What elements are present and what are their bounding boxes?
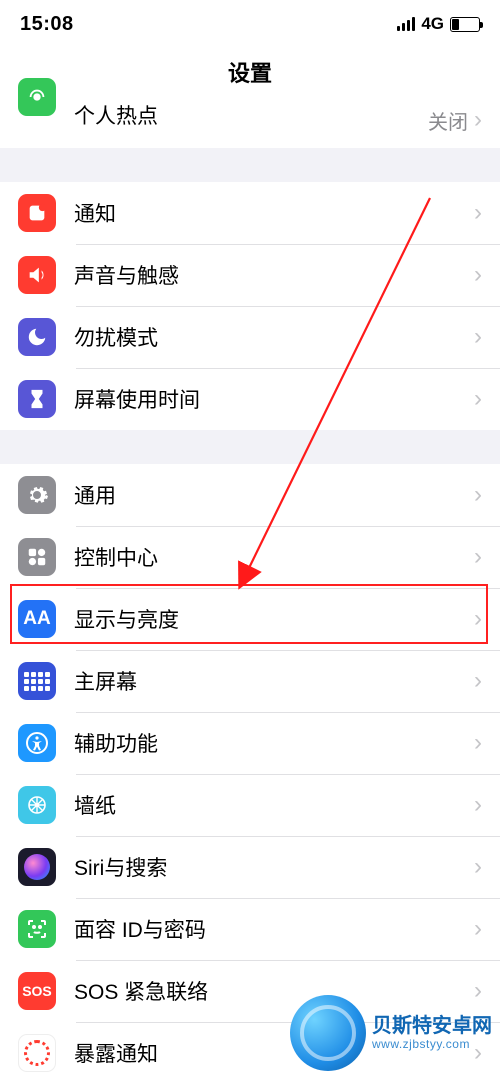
- row-siri[interactable]: Siri与搜索 ›: [0, 836, 500, 898]
- screentime-icon: [18, 380, 56, 418]
- chevron-right-icon: ›: [474, 323, 482, 351]
- accessibility-icon: [18, 724, 56, 762]
- status-right: 4G: [397, 14, 480, 34]
- row-accessibility[interactable]: 辅助功能 ›: [0, 712, 500, 774]
- chevron-right-icon: ›: [474, 385, 482, 413]
- chevron-right-icon: ›: [474, 605, 482, 633]
- row-general[interactable]: 通用 ›: [0, 464, 500, 526]
- settings-group-0: 个人热点 关闭 ›: [0, 106, 500, 148]
- watermark-title: 贝斯特安卓网: [372, 1015, 492, 1038]
- row-label: 勿扰模式: [74, 322, 474, 352]
- settings-group-1: 通知 › 声音与触感 › 勿扰模式 › 屏幕使用时间 ›: [0, 182, 500, 430]
- row-sounds[interactable]: 声音与触感 ›: [0, 244, 500, 306]
- chevron-right-icon: ›: [474, 915, 482, 943]
- chevron-right-icon: ›: [474, 729, 482, 757]
- row-label: 个人热点: [74, 100, 428, 130]
- notifications-icon: [18, 194, 56, 232]
- hotspot-icon: [18, 78, 56, 116]
- chevron-right-icon: ›: [474, 853, 482, 881]
- homescreen-icon: [18, 662, 56, 700]
- row-hotspot[interactable]: 个人热点 关闭 ›: [0, 106, 500, 148]
- row-label: 面容 ID与密码: [74, 914, 474, 944]
- chevron-right-icon: ›: [474, 667, 482, 695]
- row-label: Siri与搜索: [74, 852, 474, 882]
- wallpaper-icon: [18, 786, 56, 824]
- exposure-icon: [18, 1034, 56, 1072]
- chevron-right-icon: ›: [474, 199, 482, 227]
- row-label: 显示与亮度: [74, 604, 474, 634]
- sos-icon: SOS: [18, 972, 56, 1010]
- row-label: 控制中心: [74, 542, 474, 572]
- row-label: 屏幕使用时间: [74, 384, 474, 414]
- watermark-url: www.zjbstyy.com: [372, 1038, 492, 1052]
- dnd-icon: [18, 318, 56, 356]
- row-label: 声音与触感: [74, 260, 474, 290]
- sounds-icon: [18, 256, 56, 294]
- status-time: 15:08: [20, 13, 74, 36]
- settings-group-2: 通用 › 控制中心 › AA 显示与亮度 › 主屏幕 › 辅助功能 › 墙纸 ›: [0, 464, 500, 1084]
- siri-icon: [18, 848, 56, 886]
- general-icon: [18, 476, 56, 514]
- chevron-right-icon: ›: [474, 106, 482, 134]
- row-value: 关闭: [428, 106, 468, 135]
- chevron-right-icon: ›: [474, 791, 482, 819]
- faceid-icon: [18, 910, 56, 948]
- row-display[interactable]: AA 显示与亮度 ›: [0, 588, 500, 650]
- row-label: 主屏幕: [74, 666, 474, 696]
- chevron-right-icon: ›: [474, 481, 482, 509]
- row-screentime[interactable]: 屏幕使用时间 ›: [0, 368, 500, 430]
- controlcenter-icon: [18, 538, 56, 576]
- row-label: 通知: [74, 198, 474, 228]
- row-homescreen[interactable]: 主屏幕 ›: [0, 650, 500, 712]
- watermark-logo-icon: [290, 995, 366, 1071]
- watermark: 贝斯特安卓网 www.zjbstyy.com: [290, 995, 492, 1071]
- chevron-right-icon: ›: [474, 261, 482, 289]
- display-icon: AA: [18, 600, 56, 638]
- row-controlcenter[interactable]: 控制中心 ›: [0, 526, 500, 588]
- network-label: 4G: [421, 14, 444, 34]
- row-dnd[interactable]: 勿扰模式 ›: [0, 306, 500, 368]
- row-faceid[interactable]: 面容 ID与密码 ›: [0, 898, 500, 960]
- page-title: 设置: [0, 48, 500, 106]
- chevron-right-icon: ›: [474, 543, 482, 571]
- status-bar: 15:08 4G: [0, 0, 500, 48]
- signal-icon: [397, 17, 415, 31]
- row-label: 墙纸: [74, 790, 474, 820]
- row-label: 辅助功能: [74, 728, 474, 758]
- row-wallpaper[interactable]: 墙纸 ›: [0, 774, 500, 836]
- row-label: 通用: [74, 480, 474, 510]
- row-notifications[interactable]: 通知 ›: [0, 182, 500, 244]
- battery-icon: [450, 17, 480, 32]
